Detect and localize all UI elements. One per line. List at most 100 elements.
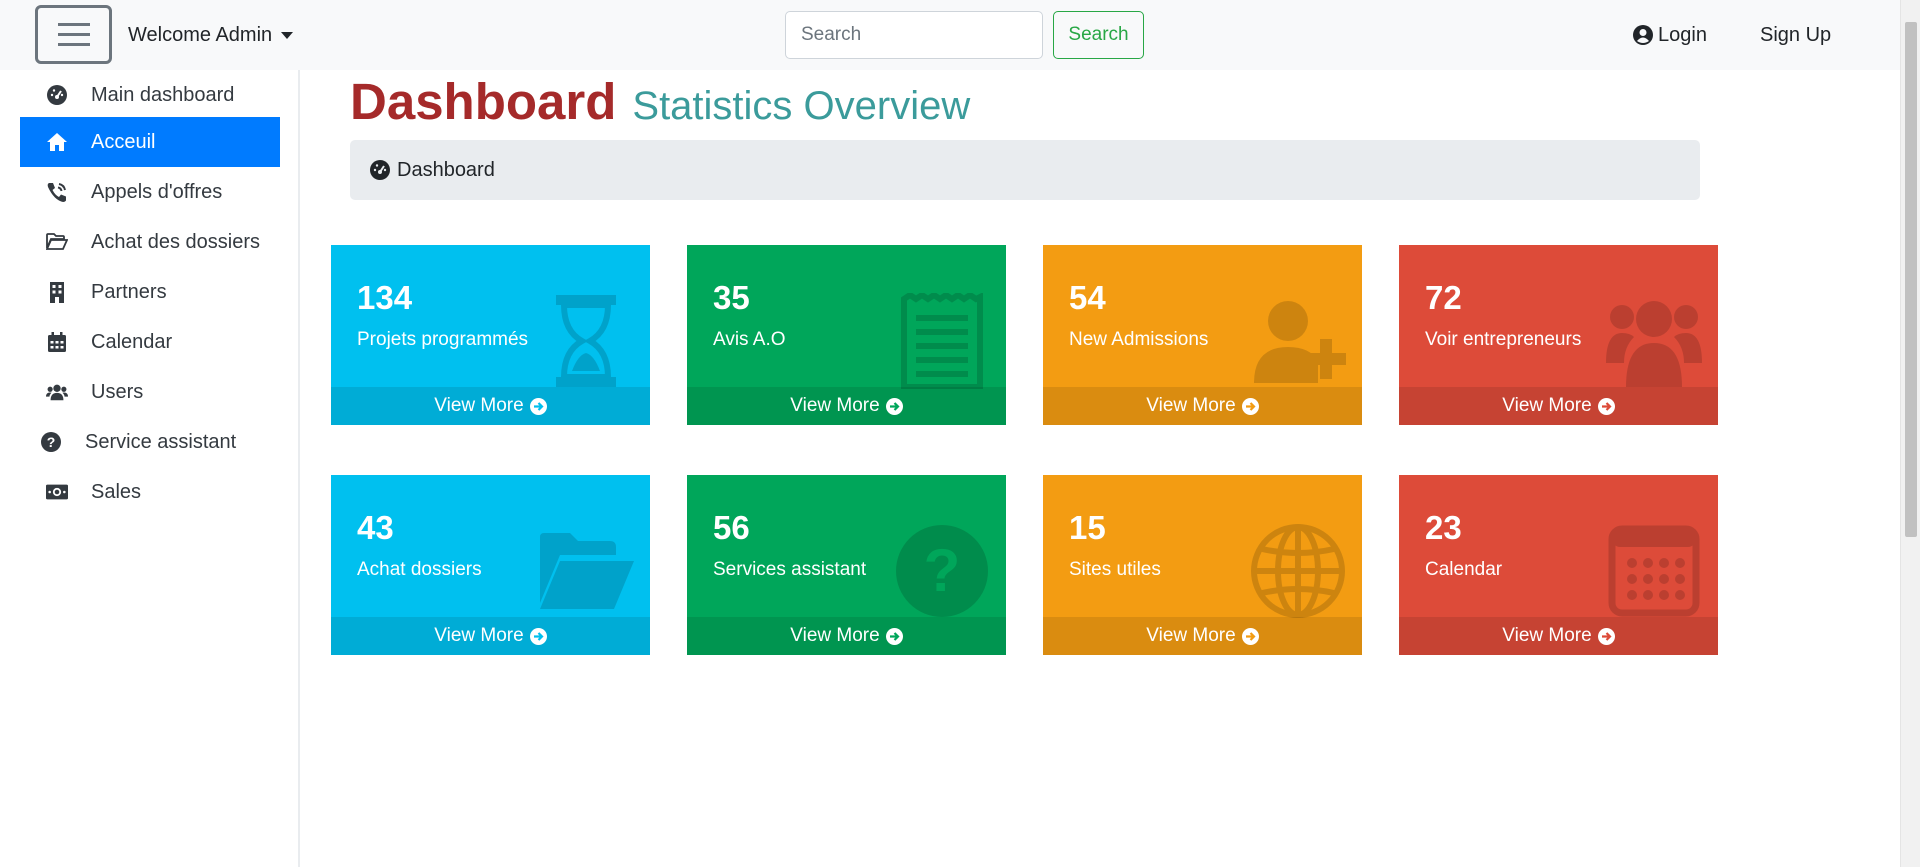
search-button[interactable]: Search: [1053, 11, 1144, 59]
login-link[interactable]: Login: [1633, 0, 1707, 70]
login-label: Login: [1658, 23, 1707, 46]
sidebar-item-label: Acceuil: [91, 130, 156, 153]
arrow-circle-right-icon: [885, 397, 903, 415]
stat-label: Avis A.O: [713, 329, 786, 350]
arrow-circle-right-icon: [529, 397, 547, 415]
stat-label: Sites utiles: [1069, 559, 1161, 580]
folder-open-icon: [46, 231, 68, 253]
stat-value: 15: [1069, 509, 1106, 546]
sidebar-toggle-button[interactable]: [35, 5, 112, 64]
sidebar: Main dashboard Acceuil Appels d'offres A…: [0, 70, 300, 867]
view-more-link[interactable]: View More: [1399, 617, 1718, 655]
page-subtitle: Statistics Overview: [632, 84, 971, 128]
stat-value: 54: [1069, 279, 1106, 316]
view-more-link[interactable]: View More: [1043, 387, 1362, 425]
sidebar-item-partners[interactable]: Partners: [20, 267, 280, 317]
sidebar-item-main-dashboard[interactable]: Main dashboard: [20, 70, 280, 120]
question-circle-icon: ?: [896, 525, 988, 617]
arrow-circle-right-icon: [1241, 627, 1259, 645]
stat-value: 56: [713, 509, 750, 546]
signup-label: Sign Up: [1760, 23, 1832, 46]
view-more-link[interactable]: View More: [331, 617, 650, 655]
scrollbar-thumb[interactable]: [1905, 22, 1917, 537]
globe-icon: [1251, 524, 1345, 618]
view-more-link[interactable]: View More: [1043, 617, 1362, 655]
stat-card-calendar: 23 Calendar View More: [1399, 475, 1718, 655]
stat-label: Calendar: [1425, 559, 1503, 580]
stat-label: Services assistant: [713, 559, 867, 580]
home-icon: [46, 131, 68, 153]
stat-card-sites-utiles: 15 Sites utiles View More: [1043, 475, 1362, 655]
sidebar-item-label: Calendar: [91, 330, 173, 353]
view-more-label: View More: [1146, 395, 1236, 416]
calendar-icon: [1608, 525, 1700, 617]
users-icon: [1606, 301, 1702, 387]
folder-open-icon: [540, 533, 634, 609]
sidebar-item-label: Sales: [91, 480, 142, 503]
view-more-link[interactable]: View More: [687, 387, 1006, 425]
sidebar-item-label: Main dashboard: [91, 83, 235, 106]
view-more-label: View More: [790, 395, 880, 416]
view-more-label: View More: [1502, 625, 1592, 646]
stat-label: Projets programmés: [357, 329, 529, 350]
question-circle-icon: ?: [40, 431, 62, 453]
stat-value: 134: [357, 279, 413, 316]
sidebar-item-label: Users: [91, 380, 144, 403]
page-scrollbar[interactable]: [1900, 0, 1920, 867]
svg-text:?: ?: [47, 434, 56, 450]
sidebar-item-calendar[interactable]: Calendar: [20, 317, 280, 367]
stat-card-achat-dossiers: 43 Achat dossiers View More: [331, 475, 650, 655]
view-more-link[interactable]: View More: [687, 617, 1006, 655]
welcome-admin-dropdown[interactable]: Welcome Admin: [128, 0, 294, 70]
stat-value: 43: [357, 509, 394, 546]
view-more-link[interactable]: View More: [1399, 387, 1718, 425]
breadcrumb-label: Dashboard: [397, 158, 495, 181]
sidebar-item-label: Achat des dossiers: [91, 230, 260, 253]
receipt-icon: [901, 293, 983, 389]
stat-value: 35: [713, 279, 750, 316]
stat-card-avis-ao: 35 Avis A.O View More: [687, 245, 1006, 425]
stat-value: 23: [1425, 509, 1462, 546]
stat-label: Voir entrepreneurs: [1425, 329, 1582, 350]
view-more-label: View More: [1146, 625, 1236, 646]
stat-card-services-assistant: 56 Services assistant ? View More: [687, 475, 1006, 655]
stat-value: 72: [1425, 279, 1462, 316]
dashboard-gauge-icon: [46, 84, 68, 106]
svg-text:?: ?: [924, 537, 961, 604]
arrow-circle-right-icon: [529, 627, 547, 645]
sidebar-item-label: Service assistant: [85, 430, 237, 453]
view-more-link[interactable]: View More: [331, 387, 650, 425]
view-more-label: View More: [434, 395, 524, 416]
arrow-circle-right-icon: [1241, 397, 1259, 415]
calendar-icon: [46, 331, 68, 353]
user-plus-icon: [1254, 301, 1346, 383]
sidebar-item-acceuil[interactable]: Acceuil: [20, 117, 280, 167]
arrow-circle-right-icon: [1597, 627, 1615, 645]
users-icon: [46, 381, 68, 403]
caret-down-icon: [281, 31, 294, 39]
page-title: Dashboard Statistics Overview: [350, 72, 970, 131]
dashboard-gauge-icon: [370, 159, 391, 181]
sidebar-item-sales[interactable]: Sales: [20, 467, 280, 517]
breadcrumb: Dashboard: [350, 140, 1700, 200]
stat-card-new-admissions: 54 New Admissions View More: [1043, 245, 1362, 425]
phone-volume-icon: [46, 181, 68, 203]
sidebar-item-label: Appels d'offres: [91, 180, 223, 203]
sidebar-item-users[interactable]: Users: [20, 367, 280, 417]
money-bill-icon: [46, 481, 68, 503]
user-circle-icon: [1633, 25, 1653, 45]
sidebar-item-appels-offres[interactable]: Appels d'offres: [20, 167, 280, 217]
view-more-label: View More: [434, 625, 524, 646]
page-title-text: Dashboard: [350, 73, 617, 130]
stat-label: New Admissions: [1069, 329, 1209, 350]
signup-link[interactable]: Sign Up: [1760, 0, 1831, 70]
sidebar-item-label: Partners: [91, 280, 167, 303]
top-navbar: Welcome Admin Search Login Sign Up: [0, 0, 1900, 70]
welcome-admin-label: Welcome Admin: [128, 23, 273, 46]
view-more-label: View More: [790, 625, 880, 646]
sidebar-item-achat-dossiers[interactable]: Achat des dossiers: [20, 217, 280, 267]
sidebar-item-service-assistant[interactable]: ? Service assistant: [20, 417, 280, 467]
view-more-label: View More: [1502, 395, 1592, 416]
stat-label: Achat dossiers: [357, 559, 482, 580]
search-input[interactable]: [785, 11, 1043, 59]
